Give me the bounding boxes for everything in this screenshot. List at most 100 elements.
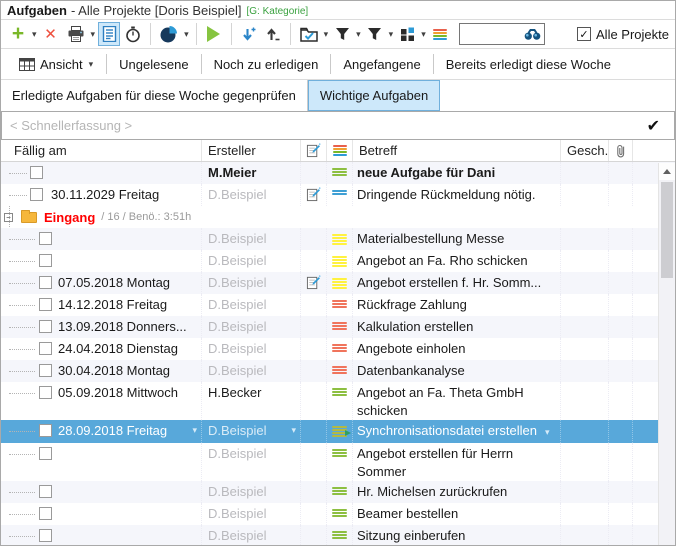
print-preview-toggle[interactable]	[98, 22, 120, 46]
priority-icon	[332, 484, 347, 496]
task-checkbox[interactable]	[39, 298, 52, 311]
subject-cell: Angebot erstellen f. Hr. Somm...	[353, 272, 561, 294]
priority-cell	[327, 420, 353, 443]
attachment-cell	[609, 316, 633, 338]
filter-button-3[interactable]: Bereits erledigt diese Woche	[434, 49, 623, 79]
pie-chart-button[interactable]	[157, 22, 181, 46]
quick-entry-input[interactable]	[2, 114, 641, 138]
creator-cell: H.Becker	[202, 382, 301, 420]
task-checkbox[interactable]	[39, 386, 52, 399]
header-faellig-am[interactable]: Fällig am	[1, 140, 202, 161]
group-row[interactable]: −Eingang/ 16 / Benö.: 3:51h	[1, 206, 675, 228]
task-row[interactable]: D.BeispielHr. Michelsen zurückrufen	[1, 481, 675, 503]
task-checkbox[interactable]	[39, 320, 52, 333]
subject-text: Kalkulation erstellen	[357, 319, 473, 334]
task-row[interactable]: 05.09.2018 MittwochH.BeckerAngebot an Fa…	[1, 382, 675, 420]
task-row[interactable]: 28.09.2018 Freitag▾D.Beispiel▾Synchronis…	[1, 420, 675, 443]
completed-tasks-button[interactable]	[297, 22, 321, 46]
time-tracking-button[interactable]	[122, 22, 144, 46]
scroll-thumb[interactable]	[661, 182, 673, 278]
takeover-up-button[interactable]	[262, 22, 284, 46]
tab-1[interactable]: Wichtige Aufgaben	[308, 80, 440, 111]
filter-button-2[interactable]	[364, 22, 386, 46]
start-task-button[interactable]	[203, 22, 225, 46]
task-checkbox[interactable]	[30, 166, 43, 179]
task-row[interactable]: D.BeispielMaterialbestellung Messe	[1, 228, 675, 250]
subject-text: Angebote einholen	[357, 341, 465, 356]
due-dropdown-icon[interactable]: ▾	[192, 420, 197, 441]
creator-name: D.Beispiel	[208, 231, 267, 246]
due-date: 28.09.2018 Freitag	[58, 423, 167, 438]
task-checkbox[interactable]	[39, 447, 52, 460]
creator-name: D.Beispiel	[208, 423, 267, 438]
print-button[interactable]	[64, 22, 88, 46]
binoculars-icon[interactable]	[524, 28, 541, 41]
header-betreff[interactable]: Betreff	[353, 140, 561, 161]
ansicht-button[interactable]: Ansicht ▾	[7, 49, 106, 79]
filter-2-dropdown-icon[interactable]: ▾	[388, 22, 395, 46]
header-ersteller[interactable]: Ersteller	[202, 140, 301, 161]
business-cell	[561, 294, 609, 316]
task-row[interactable]: 30.04.2018 MontagD.BeispielDatenbankanal…	[1, 360, 675, 382]
filter-dropdown-icon[interactable]: ▾	[355, 22, 362, 46]
task-row[interactable]: 24.04.2018 DienstagD.BeispielAngebote ei…	[1, 338, 675, 360]
task-row[interactable]: D.BeispielAngebot erstellen für Herrn So…	[1, 443, 675, 481]
header-geschaeft[interactable]: Gesch...	[561, 140, 609, 161]
task-row[interactable]: D.BeispielAngebot an Fa. Rho schicken	[1, 250, 675, 272]
due-cell	[1, 443, 202, 481]
categories-button[interactable]	[396, 22, 418, 46]
categories-dropdown-icon[interactable]: ▾	[420, 22, 427, 46]
all-projects-checkbox[interactable]: ✓	[577, 27, 591, 41]
edit-note-icon	[306, 275, 321, 290]
completed-tasks-dropdown-icon[interactable]: ▾	[323, 22, 330, 46]
filter-button-1[interactable]: Noch zu erledigen	[202, 49, 331, 79]
task-checkbox[interactable]	[30, 188, 43, 201]
task-checkbox[interactable]	[39, 507, 52, 520]
all-projects-toggle[interactable]: ✓ Alle Projekte	[577, 27, 671, 42]
task-row[interactable]: 30.11.2029 FreitagD.Beispiel Dringende R…	[1, 184, 675, 206]
subject-cell: Synchronisationsdatei erstellen▾	[353, 420, 561, 443]
scroll-up-button[interactable]	[659, 163, 675, 180]
filter-button-2[interactable]: Angefangene	[331, 49, 432, 79]
new-task-button[interactable]: +	[7, 22, 29, 46]
task-row[interactable]: 07.05.2018 MontagD.Beispiel Angebot erst…	[1, 272, 675, 294]
subject-dropdown-icon[interactable]: ▾	[545, 427, 550, 437]
delegate-down-button[interactable]	[238, 22, 260, 46]
task-row[interactable]: D.BeispielSitzung einberufen	[1, 525, 675, 545]
task-checkbox[interactable]	[39, 254, 52, 267]
creator-name: D.Beispiel	[208, 363, 267, 378]
task-checkbox[interactable]	[39, 529, 52, 542]
business-cell	[561, 360, 609, 382]
priority-list-button[interactable]	[429, 22, 451, 46]
task-checkbox[interactable]	[39, 485, 52, 498]
task-row[interactable]: D.BeispielBeamer bestellen	[1, 503, 675, 525]
filter-button-0[interactable]: Ungelesene	[107, 49, 200, 79]
confirm-check-icon[interactable]: ✔	[641, 116, 674, 136]
task-row[interactable]: 14.12.2018 FreitagD.BeispielRückfrage Za…	[1, 294, 675, 316]
delete-task-button[interactable]: ✕	[40, 22, 62, 46]
attachment-cell	[609, 382, 633, 420]
edit-flag-cell	[301, 162, 327, 184]
task-checkbox[interactable]	[39, 364, 52, 377]
subject-text: Hr. Michelsen zurückrufen	[357, 484, 507, 499]
tab-bar: Erledigte Aufgaben für diese Woche gegen…	[1, 80, 675, 111]
task-checkbox[interactable]	[39, 232, 52, 245]
task-checkbox[interactable]	[39, 342, 52, 355]
task-row[interactable]: 13.09.2018 Donners...D.BeispielKalkulati…	[1, 316, 675, 338]
filter-button[interactable]	[331, 22, 353, 46]
attachment-cell	[609, 420, 633, 443]
header-priority-column[interactable]	[327, 140, 353, 161]
task-checkbox[interactable]	[39, 424, 52, 437]
header-edit-column[interactable]	[301, 140, 327, 161]
task-row[interactable]: M.Meierneue Aufgabe für Dani	[1, 162, 675, 184]
new-task-dropdown-icon[interactable]: ▾	[31, 22, 38, 46]
tab-0[interactable]: Erledigte Aufgaben für diese Woche gegen…	[1, 80, 308, 111]
header-attachment-column[interactable]	[609, 140, 633, 161]
search-input[interactable]	[460, 25, 524, 43]
pie-chart-dropdown-icon[interactable]: ▾	[183, 22, 190, 46]
task-checkbox[interactable]	[39, 276, 52, 289]
vertical-scrollbar[interactable]	[658, 163, 675, 545]
print-dropdown-icon[interactable]: ▾	[90, 22, 97, 46]
tree-connector	[9, 536, 35, 537]
creator-dropdown-icon[interactable]: ▾	[291, 420, 296, 441]
